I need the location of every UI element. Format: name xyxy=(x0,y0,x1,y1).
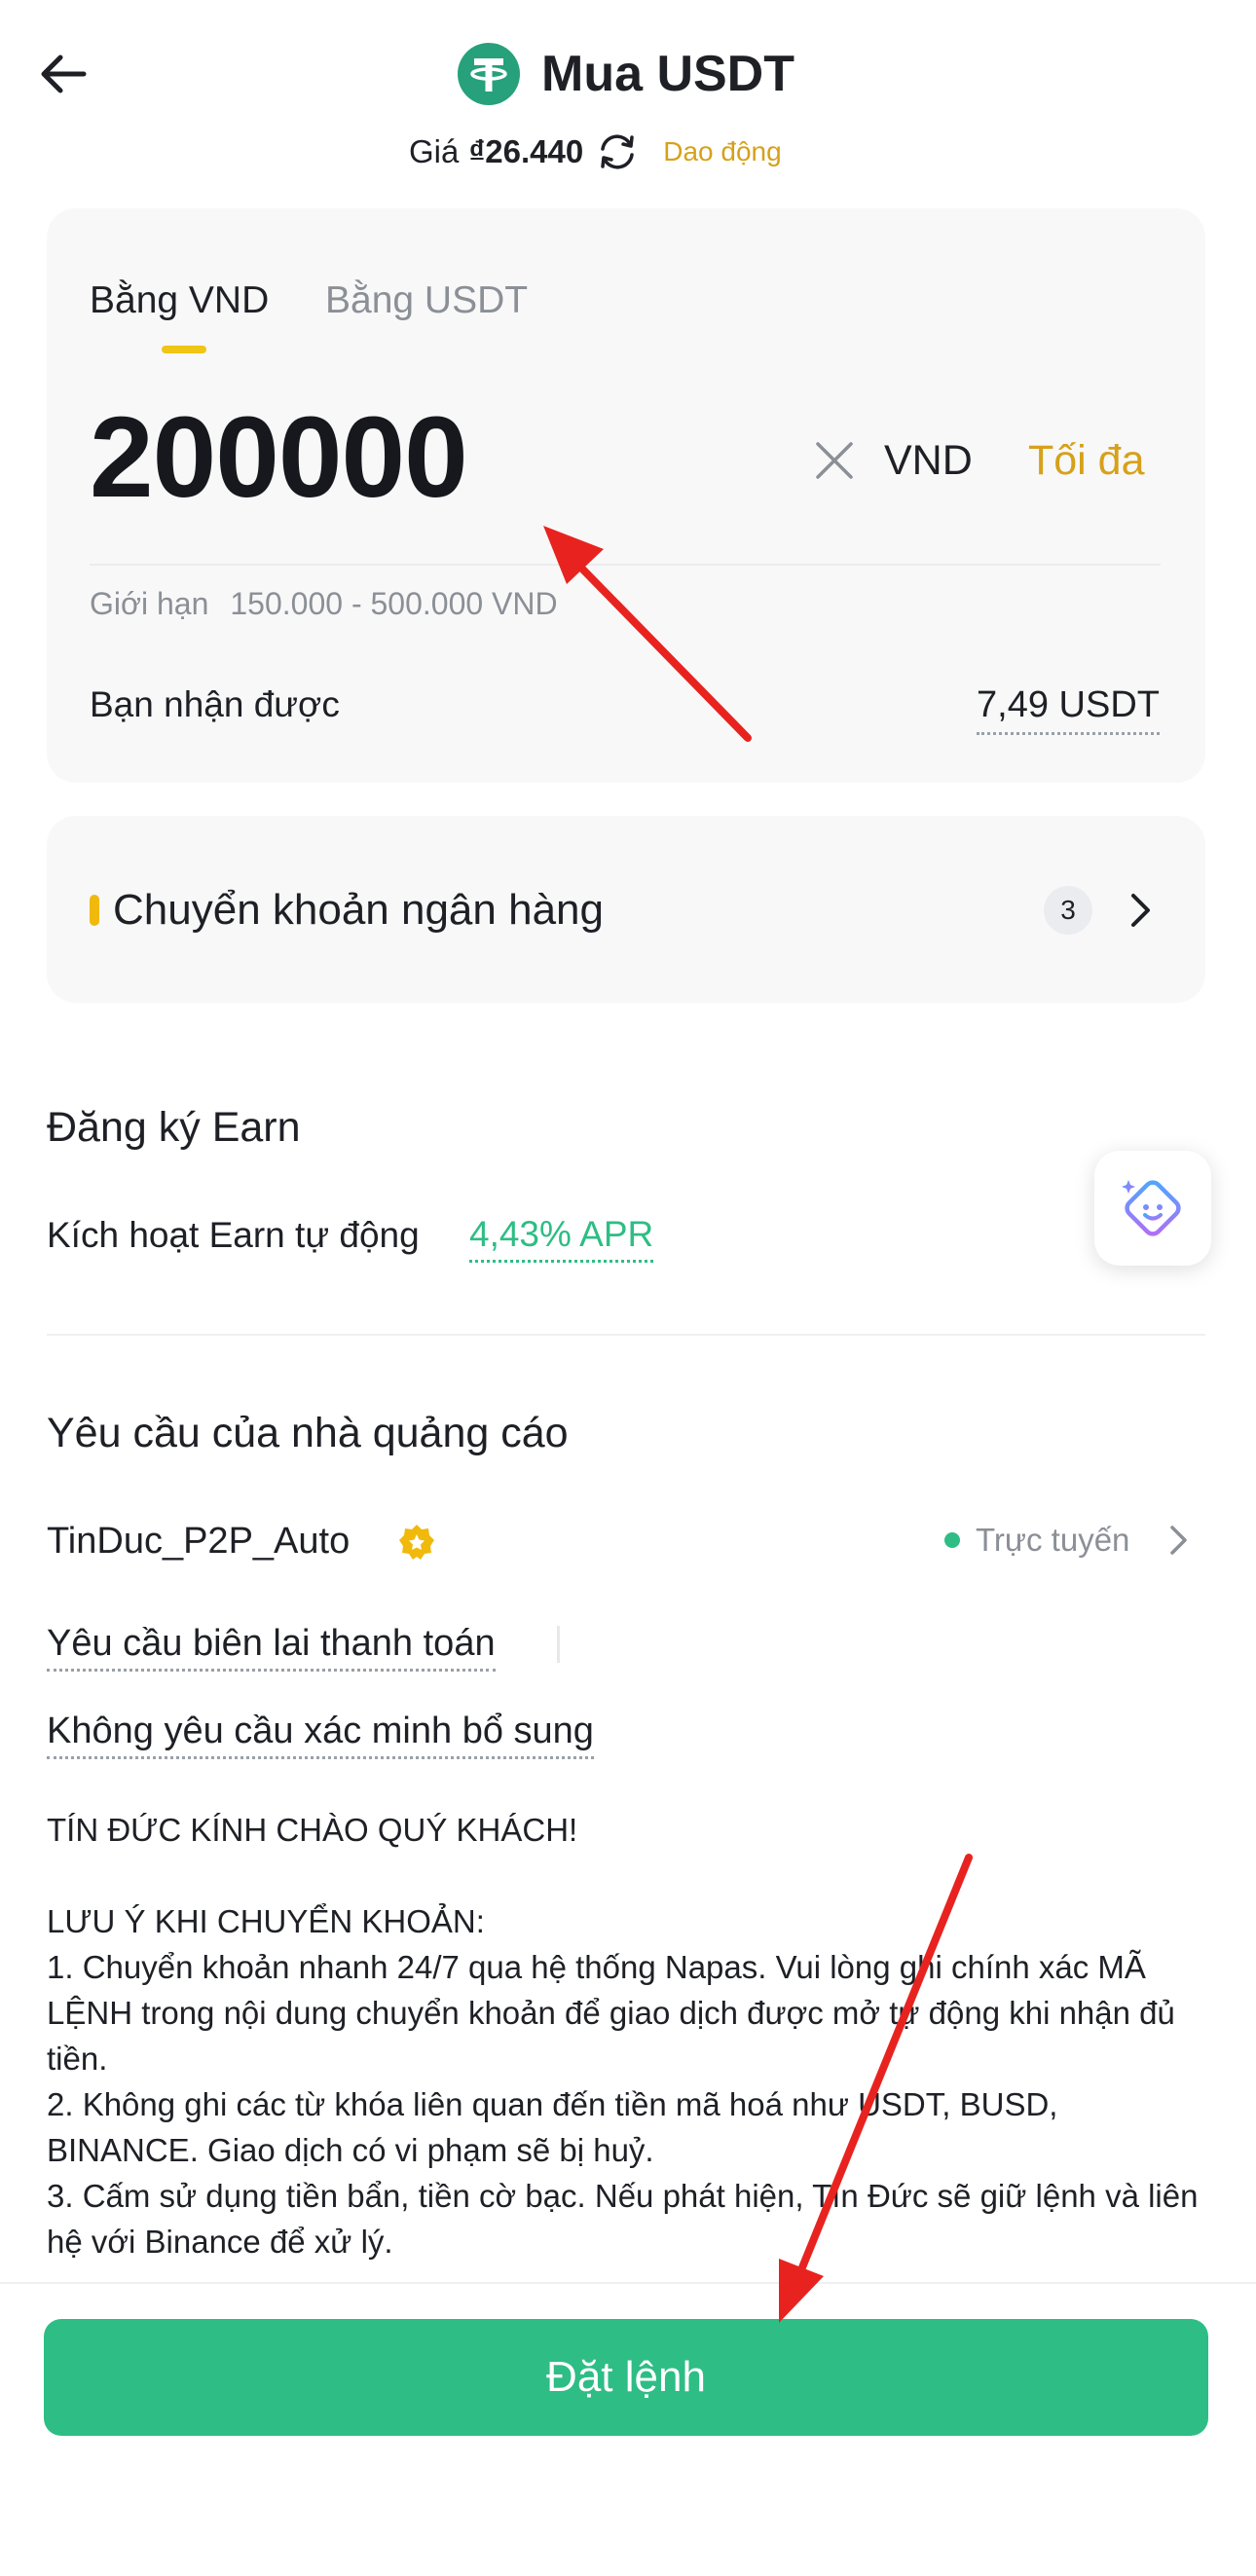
requirement-tag[interactable]: Không yêu cầu xác minh bổ sung xyxy=(47,1706,594,1759)
limit-value: 150.000 - 500.000 VND xyxy=(230,586,558,621)
verified-badge-icon xyxy=(399,1525,434,1560)
price-label: Giá xyxy=(409,133,460,169)
clear-icon[interactable] xyxy=(806,432,863,489)
currency-label: VND xyxy=(884,437,973,484)
advertiser-remarks: TÍN ĐỨC KÍNH CHÀO QUÝ KHÁCH! LƯU Ý KHI C… xyxy=(47,1812,1199,2260)
input-divider xyxy=(90,564,1161,566)
volatility-label[interactable]: Dao động xyxy=(663,136,781,167)
active-tab-indicator xyxy=(162,346,206,353)
online-status: Trực tuyến xyxy=(976,1522,1130,1558)
payment-method-marker xyxy=(90,895,99,926)
requirement-tag[interactable]: Yêu cầu biên lai thanh toán xyxy=(47,1618,496,1672)
tether-logo-icon xyxy=(458,43,520,105)
price-row: Giá ₫26.440 Dao động xyxy=(409,125,782,179)
payment-method-label[interactable]: Chuyển khoản ngân hàng xyxy=(113,882,604,938)
earn-auto-label: Kích hoạt Earn tự động xyxy=(47,1215,420,1255)
limit-label: Giới hạn xyxy=(90,586,209,621)
assistant-button[interactable] xyxy=(1094,1151,1211,1266)
earn-apr[interactable]: 4,43% APR xyxy=(469,1209,654,1263)
back-arrow-icon xyxy=(41,55,87,93)
section-divider xyxy=(47,1334,1205,1336)
limit-row: Giới hạn 150.000 - 500.000 VND xyxy=(90,582,558,625)
back-button[interactable] xyxy=(35,45,93,103)
place-order-button[interactable]: Đặt lệnh xyxy=(44,2319,1208,2436)
advertiser-section-title: Yêu cầu của nhà quảng cáo xyxy=(47,1410,569,1456)
earn-section-title: Đăng ký Earn xyxy=(47,1104,301,1151)
receive-value[interactable]: 7,49 USDT xyxy=(977,680,1160,735)
online-status-dot xyxy=(944,1532,960,1548)
refresh-icon[interactable] xyxy=(593,128,642,176)
tag-separator xyxy=(557,1626,560,1663)
chevron-right-icon[interactable] xyxy=(1118,888,1163,933)
max-button[interactable]: Tối đa xyxy=(1028,432,1145,489)
payment-count-badge: 3 xyxy=(1044,886,1092,935)
tab-by-vnd[interactable]: Bằng VND xyxy=(90,276,269,325)
advertiser-name[interactable]: TinDuc_P2P_Auto xyxy=(47,1515,350,1567)
amount-input[interactable]: 200000 xyxy=(90,389,468,526)
chevron-right-icon[interactable] xyxy=(1159,1521,1198,1560)
tab-by-usdt[interactable]: Bằng USDT xyxy=(325,276,528,325)
receive-label: Bạn nhận được xyxy=(90,684,340,724)
assistant-bot-icon xyxy=(1122,1180,1181,1236)
price-value: ₫26.440 xyxy=(468,133,584,169)
page-title: Mua USDT xyxy=(541,46,794,102)
